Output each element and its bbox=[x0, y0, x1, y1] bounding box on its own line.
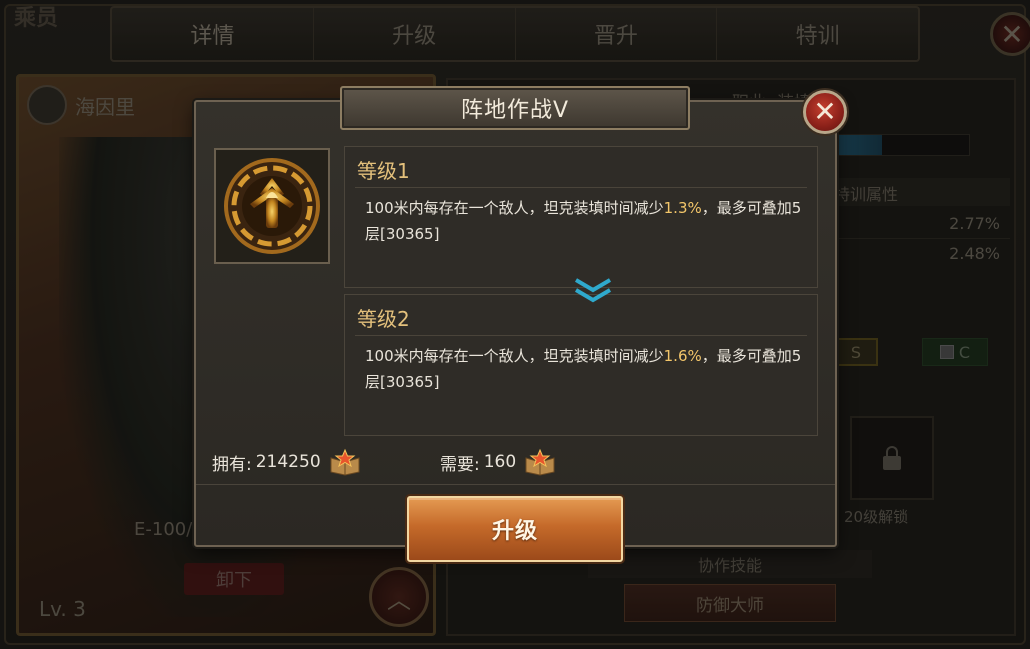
level-description: 100米内每存在一个敌人，坦克装填时间减少1.6%，最多可叠加5层[30365] bbox=[365, 343, 815, 395]
desc-highlight: 1.6% bbox=[663, 347, 702, 365]
level-description: 100米内每存在一个敌人，坦克装填时间减少1.3%，最多可叠加5层[30365] bbox=[365, 195, 815, 247]
owned-label: 拥有: bbox=[212, 454, 252, 475]
double-chevron-down-icon bbox=[574, 278, 612, 303]
dialog-title: 阵地作战V bbox=[460, 98, 570, 123]
shell-emblem-icon bbox=[224, 158, 320, 254]
level-heading: 等级2 bbox=[357, 307, 410, 331]
dialog-divider bbox=[196, 484, 835, 485]
desc-text: 100米内每存在一个敌人，坦克装填时间减少 bbox=[365, 199, 664, 217]
level-divider bbox=[355, 335, 807, 336]
owned-value: 214250 bbox=[255, 452, 321, 472]
skill-book-icon bbox=[525, 448, 555, 476]
level-2-card: 等级2 100米内每存在一个敌人，坦克装填时间减少1.6%，最多可叠加5层[30… bbox=[344, 294, 818, 436]
owned-resource: 拥有: 214250 bbox=[212, 448, 361, 476]
desc-text: 100米内每存在一个敌人，坦克装填时间减少 bbox=[365, 347, 664, 365]
desc-highlight: 1.3% bbox=[663, 199, 702, 217]
level-heading: 等级1 bbox=[357, 159, 410, 183]
close-icon[interactable]: ✕ bbox=[803, 90, 847, 134]
level-1-card: 等级1 100米内每存在一个敌人，坦克装填时间减少1.3%，最多可叠加5层[30… bbox=[344, 146, 818, 288]
upgrade-button[interactable]: 升级 bbox=[407, 496, 623, 562]
dialog-title-plate: 阵地作战V bbox=[340, 86, 690, 130]
need-label: 需要: bbox=[440, 454, 480, 475]
skill-icon-frame bbox=[214, 148, 330, 264]
required-resource: 需要: 160 bbox=[440, 448, 556, 476]
need-value: 160 bbox=[483, 452, 517, 472]
skill-book-icon bbox=[330, 448, 360, 476]
level-divider bbox=[355, 187, 807, 188]
